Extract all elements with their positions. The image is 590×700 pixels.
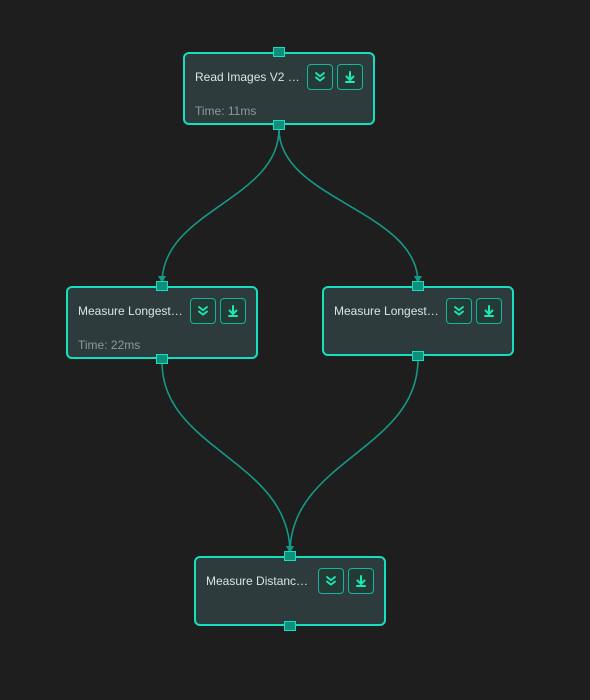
port-out[interactable] — [156, 354, 168, 364]
download-arrow-icon — [343, 70, 357, 84]
edge-right-to-distances — [290, 359, 418, 553]
node-measure-longest-right[interactable]: Measure Longest L… — [322, 286, 514, 356]
expand-button[interactable] — [318, 568, 344, 594]
node-measure-distances[interactable]: Measure Distances… — [194, 556, 386, 626]
node-title: Read Images V2 (1) — [195, 70, 301, 84]
node-title: Measure Longest L… — [78, 304, 184, 318]
port-out[interactable] — [412, 351, 424, 361]
expand-button[interactable] — [446, 298, 472, 324]
port-out[interactable] — [284, 621, 296, 631]
node-measure-longest-left[interactable]: Measure Longest L… Time: 22ms — [66, 286, 258, 359]
download-button[interactable] — [476, 298, 502, 324]
chevron-double-down-icon — [196, 304, 210, 318]
download-button[interactable] — [337, 64, 363, 90]
expand-button[interactable] — [190, 298, 216, 324]
node-time: Time: 11ms — [195, 104, 363, 118]
node-title: Measure Longest L… — [334, 304, 440, 318]
download-arrow-icon — [354, 574, 368, 588]
port-in[interactable] — [284, 551, 296, 561]
port-in[interactable] — [156, 281, 168, 291]
port-in[interactable] — [273, 47, 285, 57]
edge-read-to-right — [279, 129, 418, 283]
node-title: Measure Distances… — [206, 574, 312, 588]
expand-button[interactable] — [307, 64, 333, 90]
port-out[interactable] — [273, 120, 285, 130]
port-in[interactable] — [412, 281, 424, 291]
download-button[interactable] — [220, 298, 246, 324]
node-time: Time: 22ms — [78, 338, 246, 352]
edge-read-to-left — [162, 129, 279, 283]
download-button[interactable] — [348, 568, 374, 594]
chevron-double-down-icon — [313, 70, 327, 84]
chevron-double-down-icon — [324, 574, 338, 588]
chevron-double-down-icon — [452, 304, 466, 318]
download-arrow-icon — [482, 304, 496, 318]
edge-left-to-distances — [162, 362, 290, 553]
download-arrow-icon — [226, 304, 240, 318]
node-read-images[interactable]: Read Images V2 (1) Time: 11ms — [183, 52, 375, 125]
